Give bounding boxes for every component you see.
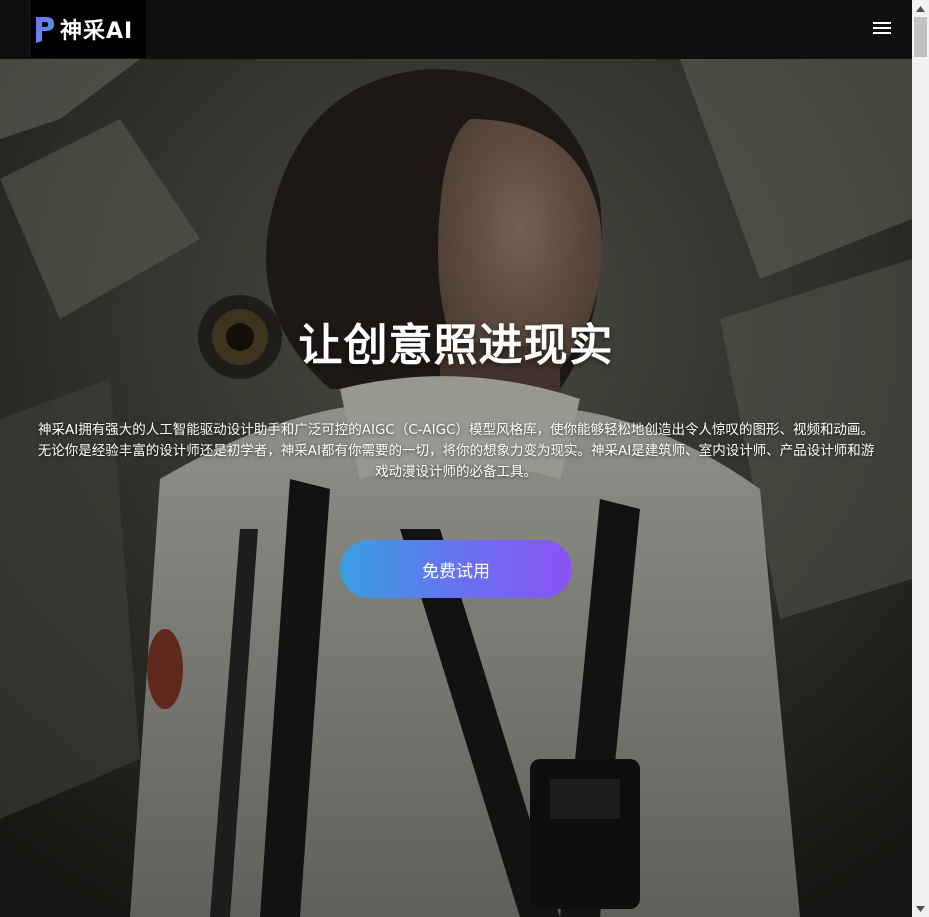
free-trial-button[interactable]: 免费试用 [340,540,572,598]
hero-description-line: 神采AI拥有强大的人工智能驱动设计助手和广泛可控的AIGC（C-AIGC）模型风… [38,422,874,438]
hamburger-menu-icon[interactable] [872,19,892,39]
hero-description-line: 戏动漫设计师的必备工具。 [375,464,537,480]
page: 神采AI 让创意照进现实 神采AI拥有强大的人工智能驱动设计助手和广泛可控的AI… [0,0,912,917]
logo-mark-icon [36,17,54,43]
scrollbar-thumb[interactable] [914,17,927,57]
hero-description-line: 无论你是经验丰富的设计师还是初学者，神采AI都有你需要的一切，将你的想象力变为现… [37,443,875,459]
vertical-scrollbar[interactable] [912,0,929,917]
hero-title: 让创意照进现实 [298,320,614,371]
scroll-up-arrow-icon[interactable] [912,0,929,17]
hero-section: 让创意照进现实 神采AI拥有强大的人工智能驱动设计助手和广泛可控的AIGC（C-… [0,59,912,917]
hero-description: 神采AI拥有强大的人工智能驱动设计助手和广泛可控的AIGC（C-AIGC）模型风… [18,420,894,483]
brand-logo[interactable]: 神采AI [31,0,146,58]
brand-name: 神采AI [60,19,134,44]
top-navbar: 神采AI [0,0,912,59]
scroll-down-arrow-icon[interactable] [912,900,929,917]
hero-darken-overlay [0,59,912,917]
